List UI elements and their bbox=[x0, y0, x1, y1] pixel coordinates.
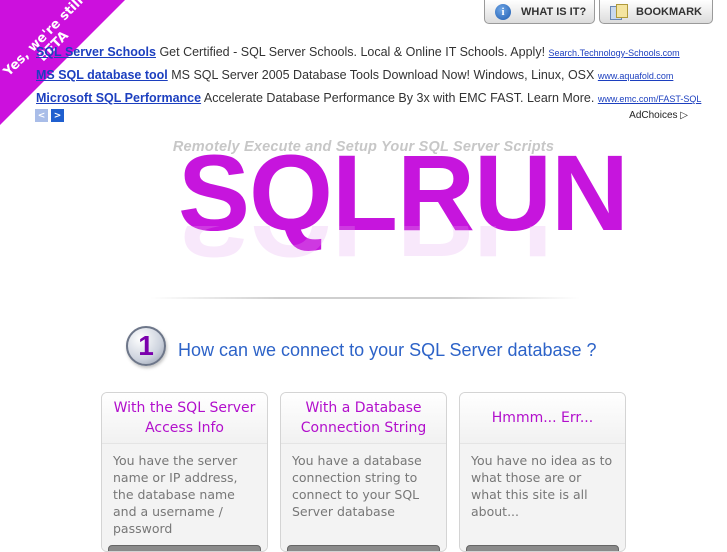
ad-url-link[interactable]: Search.Technology-Schools.com bbox=[549, 48, 680, 58]
ad-item: Microsoft SQL Performance Accelerate Dat… bbox=[36, 91, 716, 114]
logo-reflection-text: SQLRUN bbox=[178, 226, 550, 274]
ad-url-link[interactable]: www.aquafold.com bbox=[598, 71, 674, 81]
what-is-it-label: WHAT IS IT? bbox=[521, 5, 587, 18]
option-card-title: With a Database Connection String bbox=[281, 393, 446, 444]
option-card-button[interactable] bbox=[287, 545, 440, 551]
adchoices-link[interactable]: AdChoices ▷ bbox=[629, 110, 688, 121]
option-card-connection-string[interactable]: With a Database Connection String You ha… bbox=[280, 392, 447, 552]
ad-item: MS SQL database tool MS SQL Server 2005 … bbox=[36, 68, 716, 91]
logo-reflection: SQLRUN bbox=[178, 226, 550, 274]
option-card-description: You have a database connection string to… bbox=[281, 444, 446, 551]
option-card-title: Hmmm... Err... bbox=[460, 393, 625, 444]
ad-list: SQL Server Schools Get Certified - SQL S… bbox=[36, 45, 716, 114]
step-question: How can we connect to your SQL Server da… bbox=[178, 340, 597, 360]
option-card-button[interactable] bbox=[108, 545, 261, 551]
what-is-it-button[interactable]: i WHAT IS IT? bbox=[484, 0, 595, 24]
ad-text: MS SQL Server 2005 Database Tools Downlo… bbox=[171, 68, 595, 82]
info-icon: i bbox=[495, 3, 511, 20]
chevron-right-icon[interactable]: > bbox=[51, 109, 64, 122]
ad-url-link[interactable]: www.emc.com/FAST-SQL bbox=[598, 94, 702, 104]
option-card-no-idea[interactable]: Hmmm... Err... You have no idea as to wh… bbox=[459, 392, 626, 552]
ad-text: Accelerate Database Performance By 3x wi… bbox=[203, 91, 595, 105]
divider bbox=[150, 297, 580, 299]
option-card-description: You have the server name or IP address, … bbox=[102, 444, 267, 551]
ad-navigation: < > bbox=[35, 109, 64, 122]
ad-title-link[interactable]: Microsoft SQL Performance bbox=[36, 91, 201, 105]
ad-text: Get Certified - SQL Server Schools. Loca… bbox=[159, 45, 546, 59]
ad-item: SQL Server Schools Get Certified - SQL S… bbox=[36, 45, 716, 68]
bookmark-label: BOOKMARK bbox=[636, 5, 702, 18]
option-card-button[interactable] bbox=[466, 545, 619, 551]
bookmark-icon bbox=[610, 3, 628, 20]
option-card-access-info[interactable]: With the SQL Server Access Info You have… bbox=[101, 392, 268, 552]
ad-title-link[interactable]: MS SQL database tool bbox=[36, 68, 168, 82]
step-number-badge: 1 bbox=[126, 326, 166, 366]
bookmark-button[interactable]: BOOKMARK bbox=[599, 0, 713, 24]
chevron-left-icon[interactable]: < bbox=[35, 109, 48, 122]
option-card-description: You have no idea as to what those are or… bbox=[460, 444, 625, 551]
ad-title-link[interactable]: SQL Server Schools bbox=[36, 45, 156, 59]
option-card-title: With the SQL Server Access Info bbox=[102, 393, 267, 444]
